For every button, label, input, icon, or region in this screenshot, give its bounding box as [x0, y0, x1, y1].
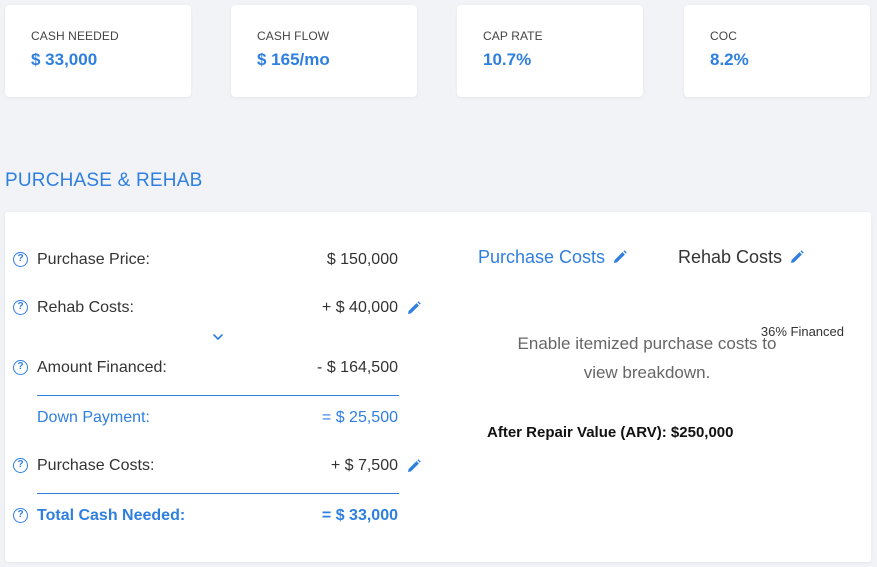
down-payment-label: Down Payment: [37, 409, 150, 426]
metric-value: 10.7% [483, 50, 532, 69]
total-cash-needed-value: = $ 33,000 [321, 507, 398, 524]
help-icon[interactable]: ? [13, 458, 28, 473]
chevron-down-icon[interactable] [211, 329, 225, 340]
metric-label: COC [710, 29, 737, 43]
arv-text: After Repair Value (ARV): $250,000 [487, 424, 734, 441]
metric-value: $ 33,000 [31, 50, 98, 69]
purchase-price-value: $ 150,000 [326, 251, 398, 268]
purchase-rehab-panel: ? Purchase Price: $ 150,000 ? Rehab Cost… [5, 212, 871, 562]
purchase-costs-label: Purchase Costs: [37, 457, 155, 474]
rehab-costs-value: + $ 40,000 [321, 299, 398, 316]
section-title: PURCHASE & REHAB [5, 170, 203, 191]
help-icon[interactable]: ? [13, 508, 28, 523]
tab-label: Rehab Costs [678, 247, 783, 267]
empty-state-line: view breakdown. [583, 363, 711, 382]
purchase-costs-value: + $ 7,500 [330, 457, 398, 474]
tab-label: Purchase Costs [478, 247, 606, 267]
purchase-costs-row: ? Purchase Costs: + $ 7,500 [5, 455, 425, 479]
metric-card-cap-rate: CAP RATE 10.7% [457, 5, 643, 97]
metric-label: CASH FLOW [257, 29, 330, 43]
tab-purchase-costs[interactable]: Purchase Costs [478, 247, 627, 268]
pencil-icon[interactable] [407, 459, 421, 473]
total-cash-needed-row: ? Total Cash Needed: = $ 33,000 [5, 505, 425, 529]
help-icon[interactable]: ? [13, 300, 28, 315]
divider [37, 493, 399, 494]
metric-card-coc: COC 8.2% [684, 5, 870, 97]
amount-financed-row: ? Amount Financed: - $ 164,500 [5, 357, 425, 381]
purchase-price-row: ? Purchase Price: $ 150,000 [5, 249, 425, 273]
metric-value: 8.2% [710, 50, 749, 69]
tab-rehab-costs[interactable]: Rehab Costs [678, 247, 804, 268]
amount-financed-value: - $ 164,500 [317, 359, 398, 376]
down-payment-value: = $ 25,500 [321, 409, 398, 426]
empty-state-line: Enable itemized purchase costs to [517, 334, 777, 353]
metric-label: CAP RATE [483, 29, 543, 43]
pencil-icon[interactable] [407, 301, 421, 315]
rehab-costs-label: Rehab Costs: [37, 299, 134, 316]
divider [37, 395, 399, 396]
metric-card-cash-needed: CASH NEEDED $ 33,000 [5, 5, 191, 97]
total-cash-needed-label: Total Cash Needed: [37, 507, 186, 524]
help-icon[interactable]: ? [13, 252, 28, 267]
metric-value: $ 165/mo [257, 50, 330, 69]
metric-label: CASH NEEDED [31, 29, 119, 43]
help-icon[interactable]: ? [13, 360, 28, 375]
rehab-costs-row: ? Rehab Costs: + $ 40,000 [5, 297, 425, 321]
purchase-price-label: Purchase Price: [37, 251, 150, 268]
metric-card-cash-flow: CASH FLOW $ 165/mo [231, 5, 417, 97]
pencil-icon [790, 250, 804, 264]
amount-financed-label: Amount Financed: [37, 359, 167, 376]
down-payment-row: Down Payment: = $ 25,500 [5, 407, 425, 431]
empty-state-message: Enable itemized purchase costs to view b… [447, 329, 847, 387]
pencil-icon [613, 250, 627, 264]
